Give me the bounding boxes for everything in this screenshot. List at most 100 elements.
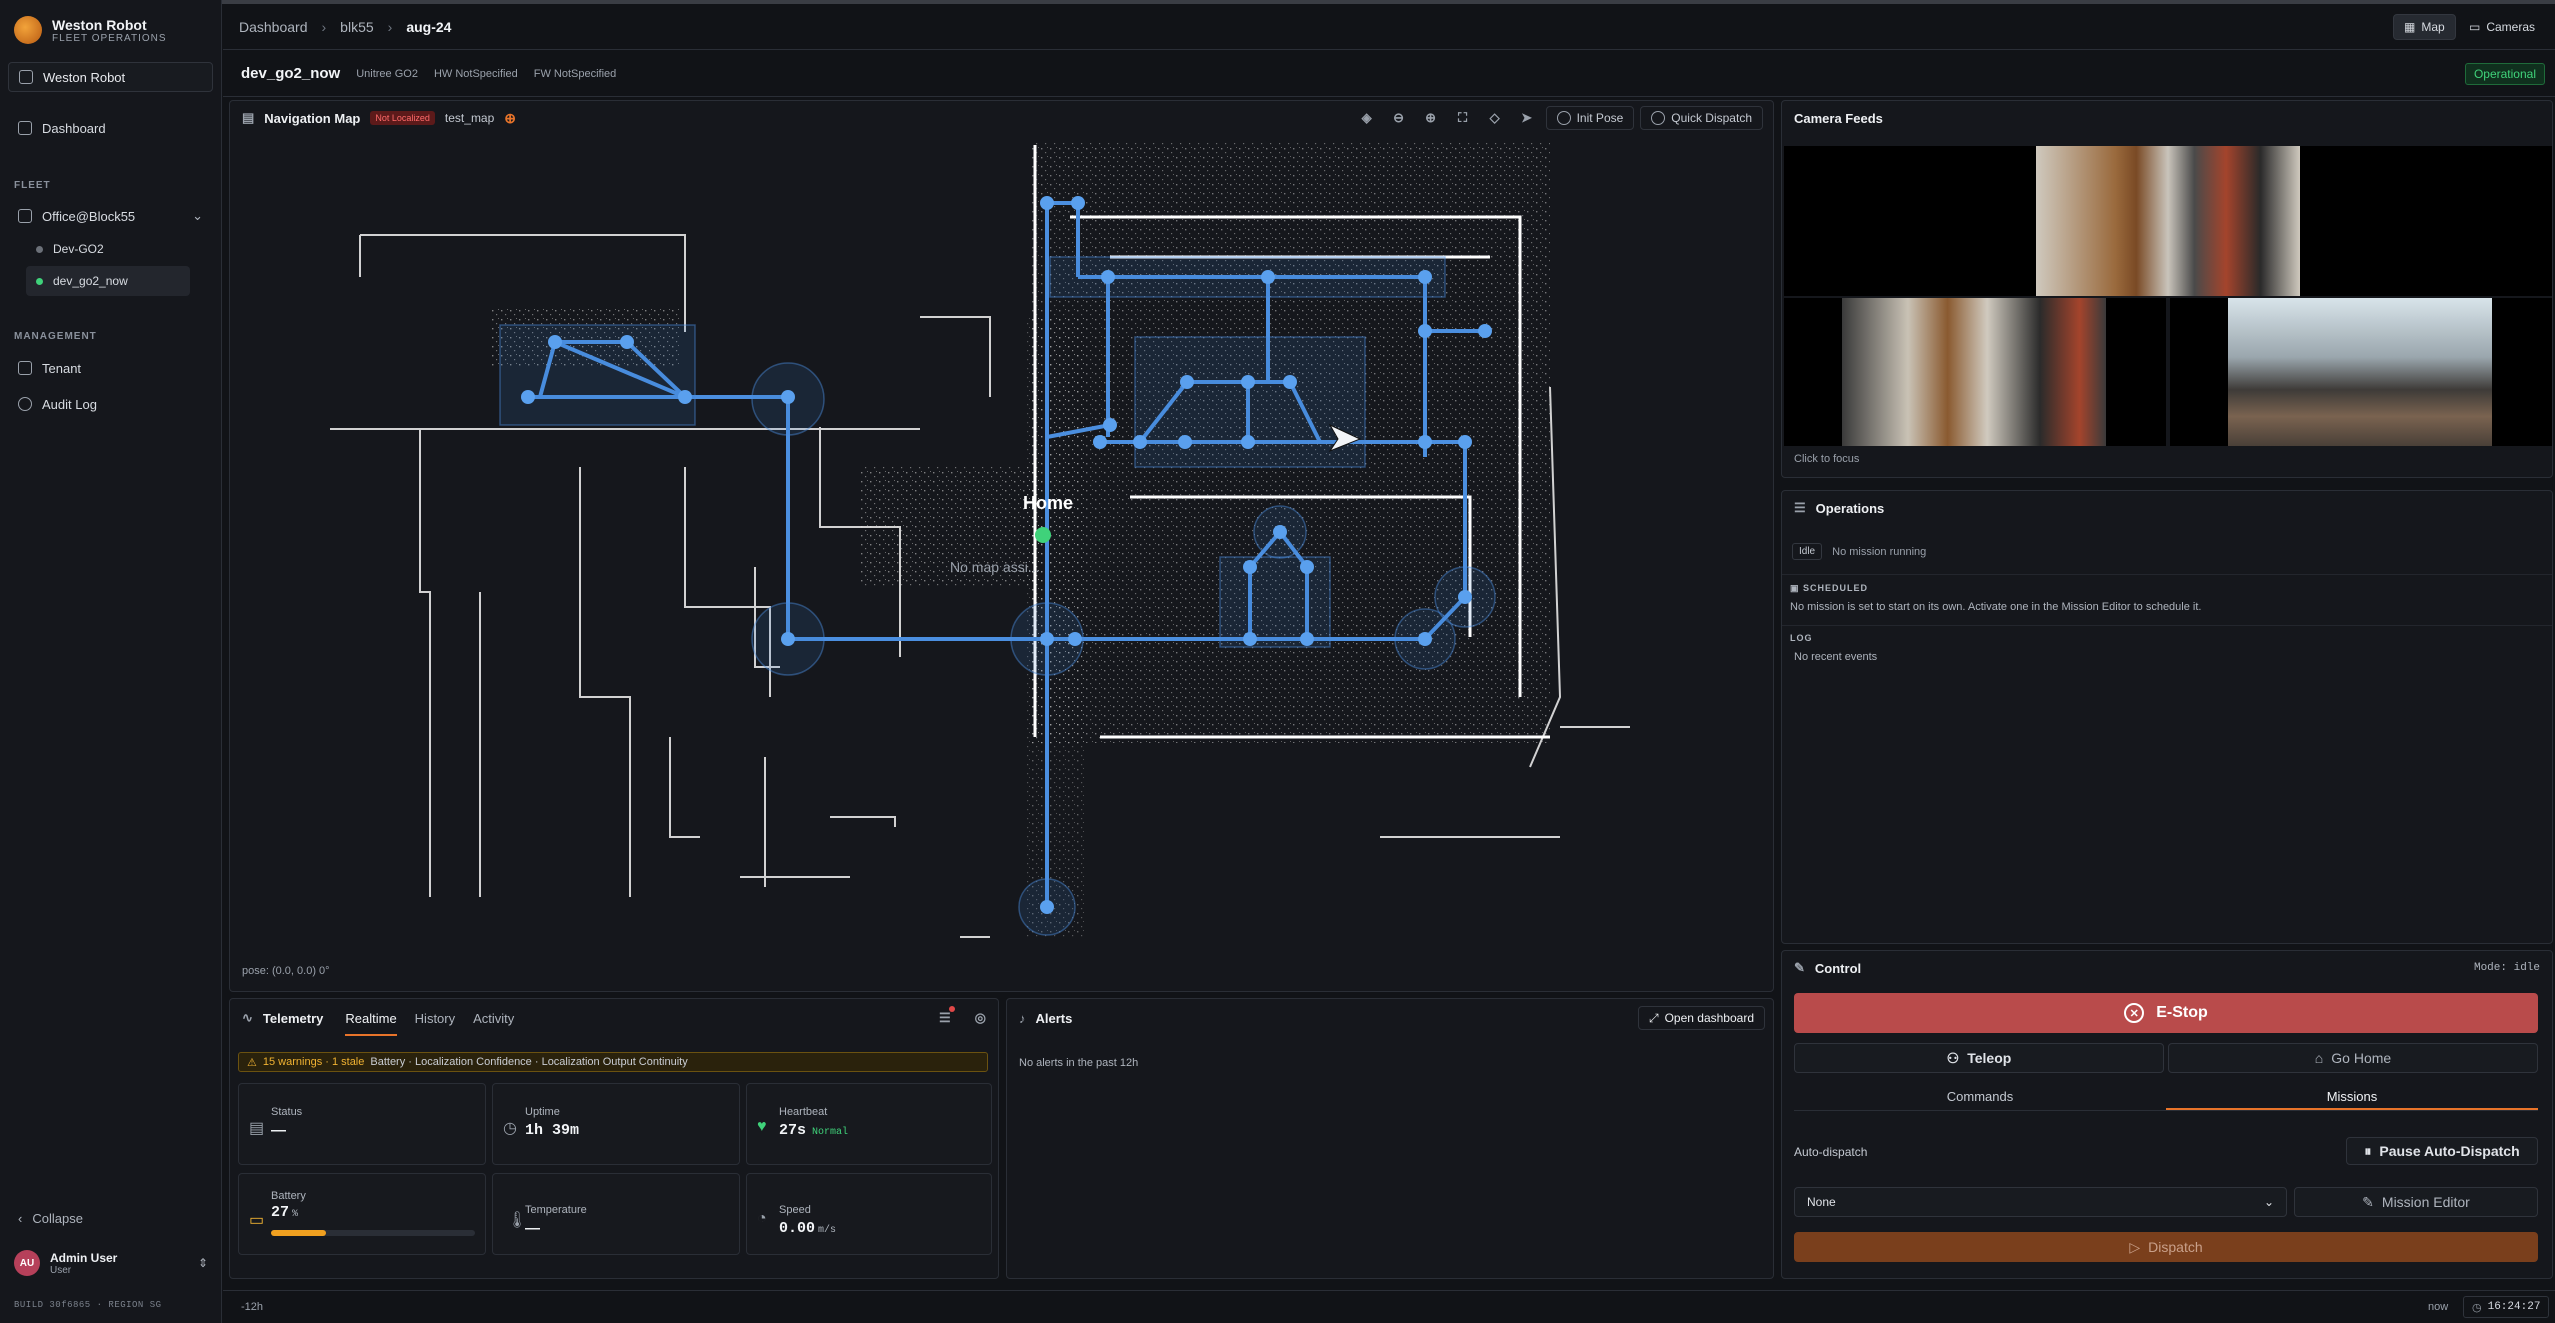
- tab-cameras[interactable]: ▭ Cameras: [2459, 14, 2545, 40]
- camera-feed-right[interactable]: [2170, 298, 2552, 446]
- tab-commands[interactable]: Commands: [1794, 1085, 2166, 1110]
- robot-fw: FW NotSpecified: [533, 67, 617, 80]
- collapse-button[interactable]: ‹ Collapse: [8, 1203, 213, 1233]
- activity-icon: ∿: [242, 1010, 253, 1025]
- user-menu[interactable]: AU Admin User User ⇕: [0, 1250, 222, 1276]
- control-header: ✎ Control Mode: idle: [1782, 951, 2552, 985]
- list-icon: ☰: [1794, 500, 1806, 515]
- dispatch-button[interactable]: ▷ Dispatch: [1794, 1232, 2538, 1262]
- status-dot: [36, 277, 43, 285]
- heartbeat-value: 27s: [779, 1122, 807, 1139]
- tab-history[interactable]: History: [415, 1011, 455, 1026]
- chevron-updown-icon: ⇕: [197, 1256, 208, 1270]
- sidebar-item-robot-active[interactable]: dev_go2_now: [26, 266, 190, 296]
- battery-bar-fill: [271, 1230, 327, 1236]
- filter-icon[interactable]: ☰: [939, 1006, 955, 1026]
- estop-button[interactable]: ✕ E-Stop: [1794, 993, 2538, 1033]
- scheduled-text: No mission is set to start on its own. A…: [1790, 601, 2202, 613]
- pencil-icon: ✎: [2362, 1193, 2374, 1210]
- tab-realtime[interactable]: Realtime: [345, 1011, 397, 1036]
- status-card: ▤ Status —: [238, 1083, 486, 1165]
- layers-icon[interactable]: ◈: [1354, 110, 1380, 126]
- button-label: Go Home: [2331, 1050, 2392, 1066]
- home-marker: [1035, 527, 1051, 543]
- mission-editor-button[interactable]: ✎ Mission Editor: [2294, 1187, 2538, 1217]
- speed-label: Speed: [779, 1204, 811, 1216]
- pause-auto-dispatch-button[interactable]: ⏸ Pause Auto-Dispatch: [2346, 1137, 2538, 1165]
- button-label: Teleop: [1967, 1050, 2012, 1066]
- user-role: User: [50, 1264, 72, 1276]
- clock-display[interactable]: ◷ 16:24:27: [2463, 1296, 2550, 1318]
- map-title: Navigation Map: [264, 110, 361, 126]
- no-map-label: No map assi...: [950, 559, 1040, 575]
- home-icon: ⌂: [2314, 1050, 2324, 1066]
- camera-feeds-panel: Camera Feeds Click to focus: [1781, 100, 2553, 478]
- sidebar-item-tenant[interactable]: Tenant: [8, 353, 213, 383]
- occupancy-map: [330, 143, 1630, 938]
- zoom-in-icon[interactable]: ⊕: [1418, 110, 1444, 126]
- localization-badge: Not Localized: [370, 111, 435, 125]
- sidebar-item-label: Audit Log: [42, 396, 97, 412]
- zoom-out-icon[interactable]: ⊖: [1386, 110, 1412, 126]
- robot-name: Dev-GO2: [53, 242, 104, 256]
- fullscreen-icon[interactable]: ⛶: [1450, 110, 1476, 126]
- warning-count: 15 warnings · 1 stale: [262, 1056, 365, 1068]
- camera-feed-main[interactable]: [1784, 146, 2552, 296]
- building-icon: [19, 70, 33, 84]
- breadcrumb-site[interactable]: blk55: [340, 19, 373, 35]
- robot-name: dev_go2_now: [53, 274, 128, 288]
- battery-unit: %: [292, 1209, 299, 1220]
- telemetry-tabs: Realtime History Activity: [345, 1011, 514, 1036]
- locate-icon[interactable]: ◇: [1482, 110, 1508, 126]
- management-heading: MANAGEMENT: [14, 331, 97, 342]
- brand[interactable]: Weston Robot FLEET OPERATIONS: [14, 16, 167, 44]
- alerts-empty: No alerts in the past 12h: [1019, 1057, 1139, 1069]
- init-pose-button[interactable]: Init Pose: [1545, 106, 1635, 130]
- chevron-left-icon: ‹: [18, 1210, 23, 1226]
- speed-value: 0.00: [779, 1220, 816, 1237]
- mission-select[interactable]: None ⌄: [1794, 1187, 2287, 1217]
- map-settings-icon[interactable]: ⊕: [504, 110, 516, 127]
- battery-bar: [271, 1230, 475, 1236]
- clock-icon: ◷: [2472, 1301, 2482, 1314]
- timeline-bar[interactable]: -12h now ◷ 16:24:27: [223, 1290, 2555, 1323]
- temperature-card: 🌡 Temperature —: [492, 1173, 740, 1255]
- target-icon: [1651, 111, 1666, 125]
- grid-icon: [18, 121, 32, 135]
- tab-map[interactable]: ▦ Map: [2393, 14, 2456, 40]
- uptime-label: Uptime: [525, 1106, 560, 1118]
- sidebar-item-audit-log[interactable]: Audit Log: [8, 389, 213, 419]
- tab-missions[interactable]: Missions: [2166, 1085, 2538, 1110]
- sidebar-item-fleet-group[interactable]: Office@Block55 ⌄: [8, 201, 213, 231]
- quick-dispatch-button[interactable]: Quick Dispatch: [1640, 106, 1763, 130]
- stop-icon: ✕: [2124, 1003, 2145, 1023]
- teleop-button[interactable]: ⚇ Teleop: [1794, 1043, 2164, 1073]
- brand-subtitle: FLEET OPERATIONS: [52, 32, 167, 44]
- robot-title: dev_go2_now: [241, 65, 341, 82]
- tab-activity[interactable]: Activity: [473, 1011, 514, 1026]
- breadcrumb-dashboard[interactable]: Dashboard: [239, 19, 308, 35]
- operations-header: ☰ Operations: [1782, 491, 2552, 525]
- go-home-button[interactable]: ⌂ Go Home: [2168, 1043, 2538, 1073]
- top-header: Dashboard › blk55 › aug-24 ▦ Map ▭ Camer…: [223, 4, 2555, 50]
- temperature-value: —: [525, 1220, 540, 1237]
- clock-time: 16:24:27: [2487, 1301, 2541, 1313]
- tab-label: Cameras: [2486, 20, 2536, 34]
- tenant-switcher[interactable]: Weston Robot: [8, 62, 213, 92]
- navigate-icon[interactable]: ➤: [1514, 110, 1540, 126]
- status-badge: Operational: [2464, 63, 2545, 85]
- alerts-header: ♪ Alerts ⤢ Open dashboard: [1007, 999, 1773, 1037]
- camera-feed-left[interactable]: [1784, 298, 2166, 446]
- warning-bar[interactable]: ⚠ 15 warnings · 1 stale Battery · Locali…: [238, 1052, 988, 1072]
- scheduled-heading: ▣ SCHEDULED: [1790, 583, 1869, 593]
- settings-icon[interactable]: ◎: [975, 1010, 986, 1026]
- sidebar-item-robot[interactable]: Dev-GO2: [26, 234, 190, 264]
- status-dot: [36, 245, 43, 253]
- button-label: Init Pose: [1576, 111, 1624, 125]
- building-icon: [18, 361, 32, 375]
- map-canvas[interactable]: Home No map assi...: [230, 137, 1773, 957]
- open-dashboard-button[interactable]: ⤢ Open dashboard: [1637, 1006, 1765, 1030]
- log-text: No recent events: [1794, 651, 1878, 663]
- heartbeat-icon: ♥: [757, 1118, 767, 1135]
- sidebar-item-dashboard[interactable]: Dashboard: [8, 113, 213, 143]
